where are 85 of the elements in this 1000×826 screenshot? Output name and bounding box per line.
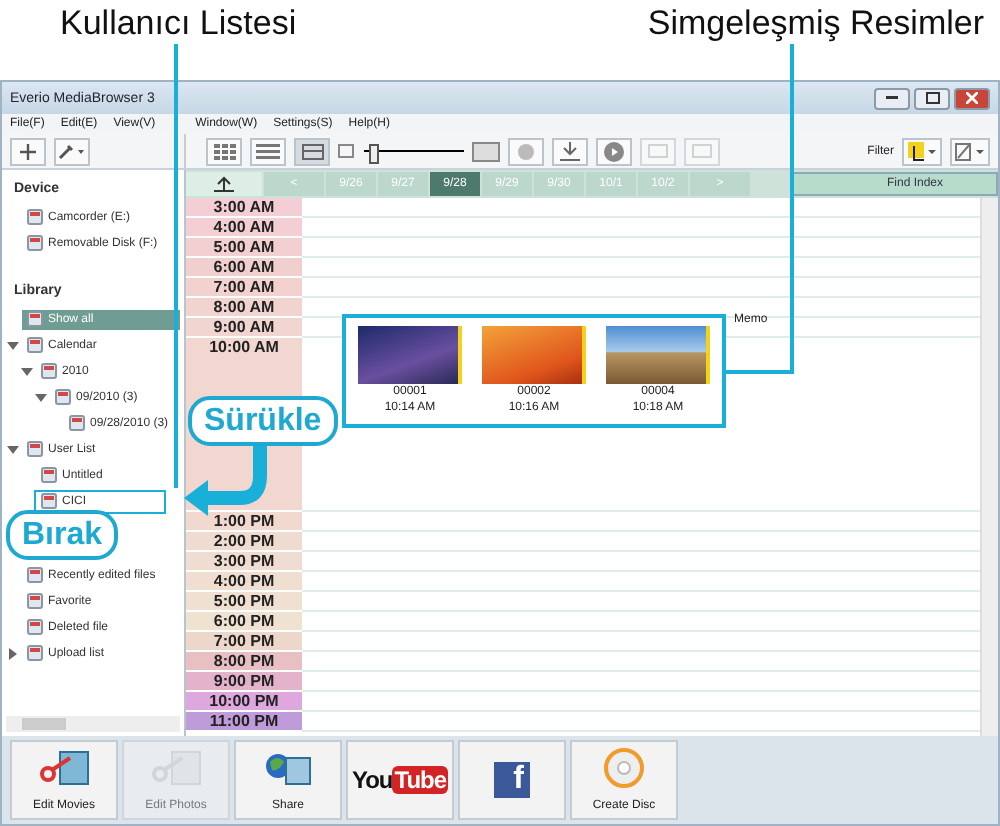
time-slot: 3:00 PM: [186, 552, 302, 572]
time-slot: 10:00 PM: [186, 692, 302, 712]
collapse-arrow-icon[interactable]: [20, 365, 34, 377]
grid-icon: [213, 143, 235, 159]
drag-arrow: [184, 440, 267, 516]
time-slot: 3:00 AM: [186, 198, 302, 218]
page-icon: [68, 414, 86, 432]
close-icon: [966, 92, 978, 104]
edit-dropdown[interactable]: [950, 137, 990, 165]
up-arrow-icon: [212, 176, 236, 192]
plus-icon: [20, 143, 36, 159]
page-icon: [26, 234, 44, 252]
scissors-film-icon: [38, 749, 90, 785]
page-icon: [26, 592, 44, 610]
play-icon: [604, 141, 624, 161]
time-slot: 2:00 PM: [186, 532, 302, 552]
time-slot: 9:00 AM: [186, 318, 302, 338]
page-icon: [26, 440, 44, 458]
time-slot: 11:00 PM: [186, 712, 302, 732]
page-icon: [40, 362, 58, 380]
maximize-button[interactable]: [914, 87, 950, 109]
photo-placeholder: [606, 326, 710, 384]
time-slot: 5:00 AM: [186, 238, 302, 258]
action-button[interactable]: f: [458, 740, 566, 820]
time-slot: 7:00 AM: [186, 278, 302, 298]
tools-button[interactable]: [54, 137, 90, 165]
page-icon: [26, 310, 44, 328]
frame-icon: [692, 144, 712, 158]
horizontal-scrollbar[interactable]: [6, 716, 180, 732]
minimize-button[interactable]: [874, 87, 910, 109]
pencil-icon: [954, 141, 986, 161]
time-slot: 4:00 AM: [186, 218, 302, 238]
circle-icon: [518, 143, 534, 159]
time-slot: 4:00 PM: [186, 572, 302, 592]
flag-icon: [906, 141, 938, 161]
download-icon: [558, 141, 582, 161]
list-view-button[interactable]: [250, 137, 286, 165]
annotation-label: Kullanıcı Listesi: [60, 4, 297, 44]
calendar-icon: [301, 143, 323, 159]
close-button[interactable]: [954, 87, 990, 109]
annotation-label: Simgeleşmiş Resimler: [647, 4, 984, 44]
photo-placeholder: [482, 326, 586, 384]
photo-placeholder: [358, 326, 462, 384]
expand-arrow-icon[interactable]: [6, 647, 20, 659]
page-icon: [40, 492, 58, 510]
page-icon: [26, 336, 44, 354]
list-icon: [256, 143, 280, 159]
time-slot: 6:00 AM: [186, 258, 302, 278]
callout-label: Bırak: [6, 510, 119, 560]
calendar-view-button[interactable]: [294, 137, 330, 165]
frame-icon: [648, 144, 668, 158]
collapse-arrow-icon[interactable]: [6, 443, 20, 455]
page-icon: [26, 566, 44, 584]
callout-label: Sürükle: [188, 396, 338, 446]
action-button[interactable]: YouTube: [346, 740, 454, 820]
time-slot: 1:00 PM: [186, 512, 302, 532]
page-icon: [40, 466, 58, 484]
facebook-logo: f: [494, 762, 530, 798]
collapse-arrow-icon[interactable]: [34, 391, 48, 403]
vertical-scrollbar[interactable]: [980, 198, 998, 736]
time-slot: 9:00 PM: [186, 672, 302, 692]
disc-icon: [604, 748, 644, 788]
grid-view-button[interactable]: [206, 137, 242, 165]
page-icon: [26, 618, 44, 636]
time-slot: 8:00 PM: [186, 652, 302, 672]
filter-dropdown[interactable]: [902, 137, 942, 165]
page-icon: [54, 388, 72, 406]
small-image-icon: [338, 142, 356, 160]
up-button[interactable]: [186, 172, 262, 196]
large-image-icon: [472, 141, 500, 161]
time-slot: 7:00 PM: [186, 632, 302, 652]
youtube-logo: YouTube: [351, 766, 449, 794]
time-slot: 6:00 PM: [186, 612, 302, 632]
export-button[interactable]: [552, 137, 588, 165]
page-icon: [26, 644, 44, 662]
time-slot: 8:00 AM: [186, 298, 302, 318]
maximize-icon: [925, 92, 939, 104]
page-icon: [26, 208, 44, 226]
play-button[interactable]: [596, 137, 632, 165]
wrench-icon: [58, 143, 86, 159]
collapse-arrow-icon[interactable]: [6, 339, 20, 351]
time-slot: 5:00 PM: [186, 592, 302, 612]
minimize-icon: [886, 96, 898, 100]
add-button[interactable]: [10, 137, 46, 165]
globe-film-icon: [264, 749, 312, 785]
